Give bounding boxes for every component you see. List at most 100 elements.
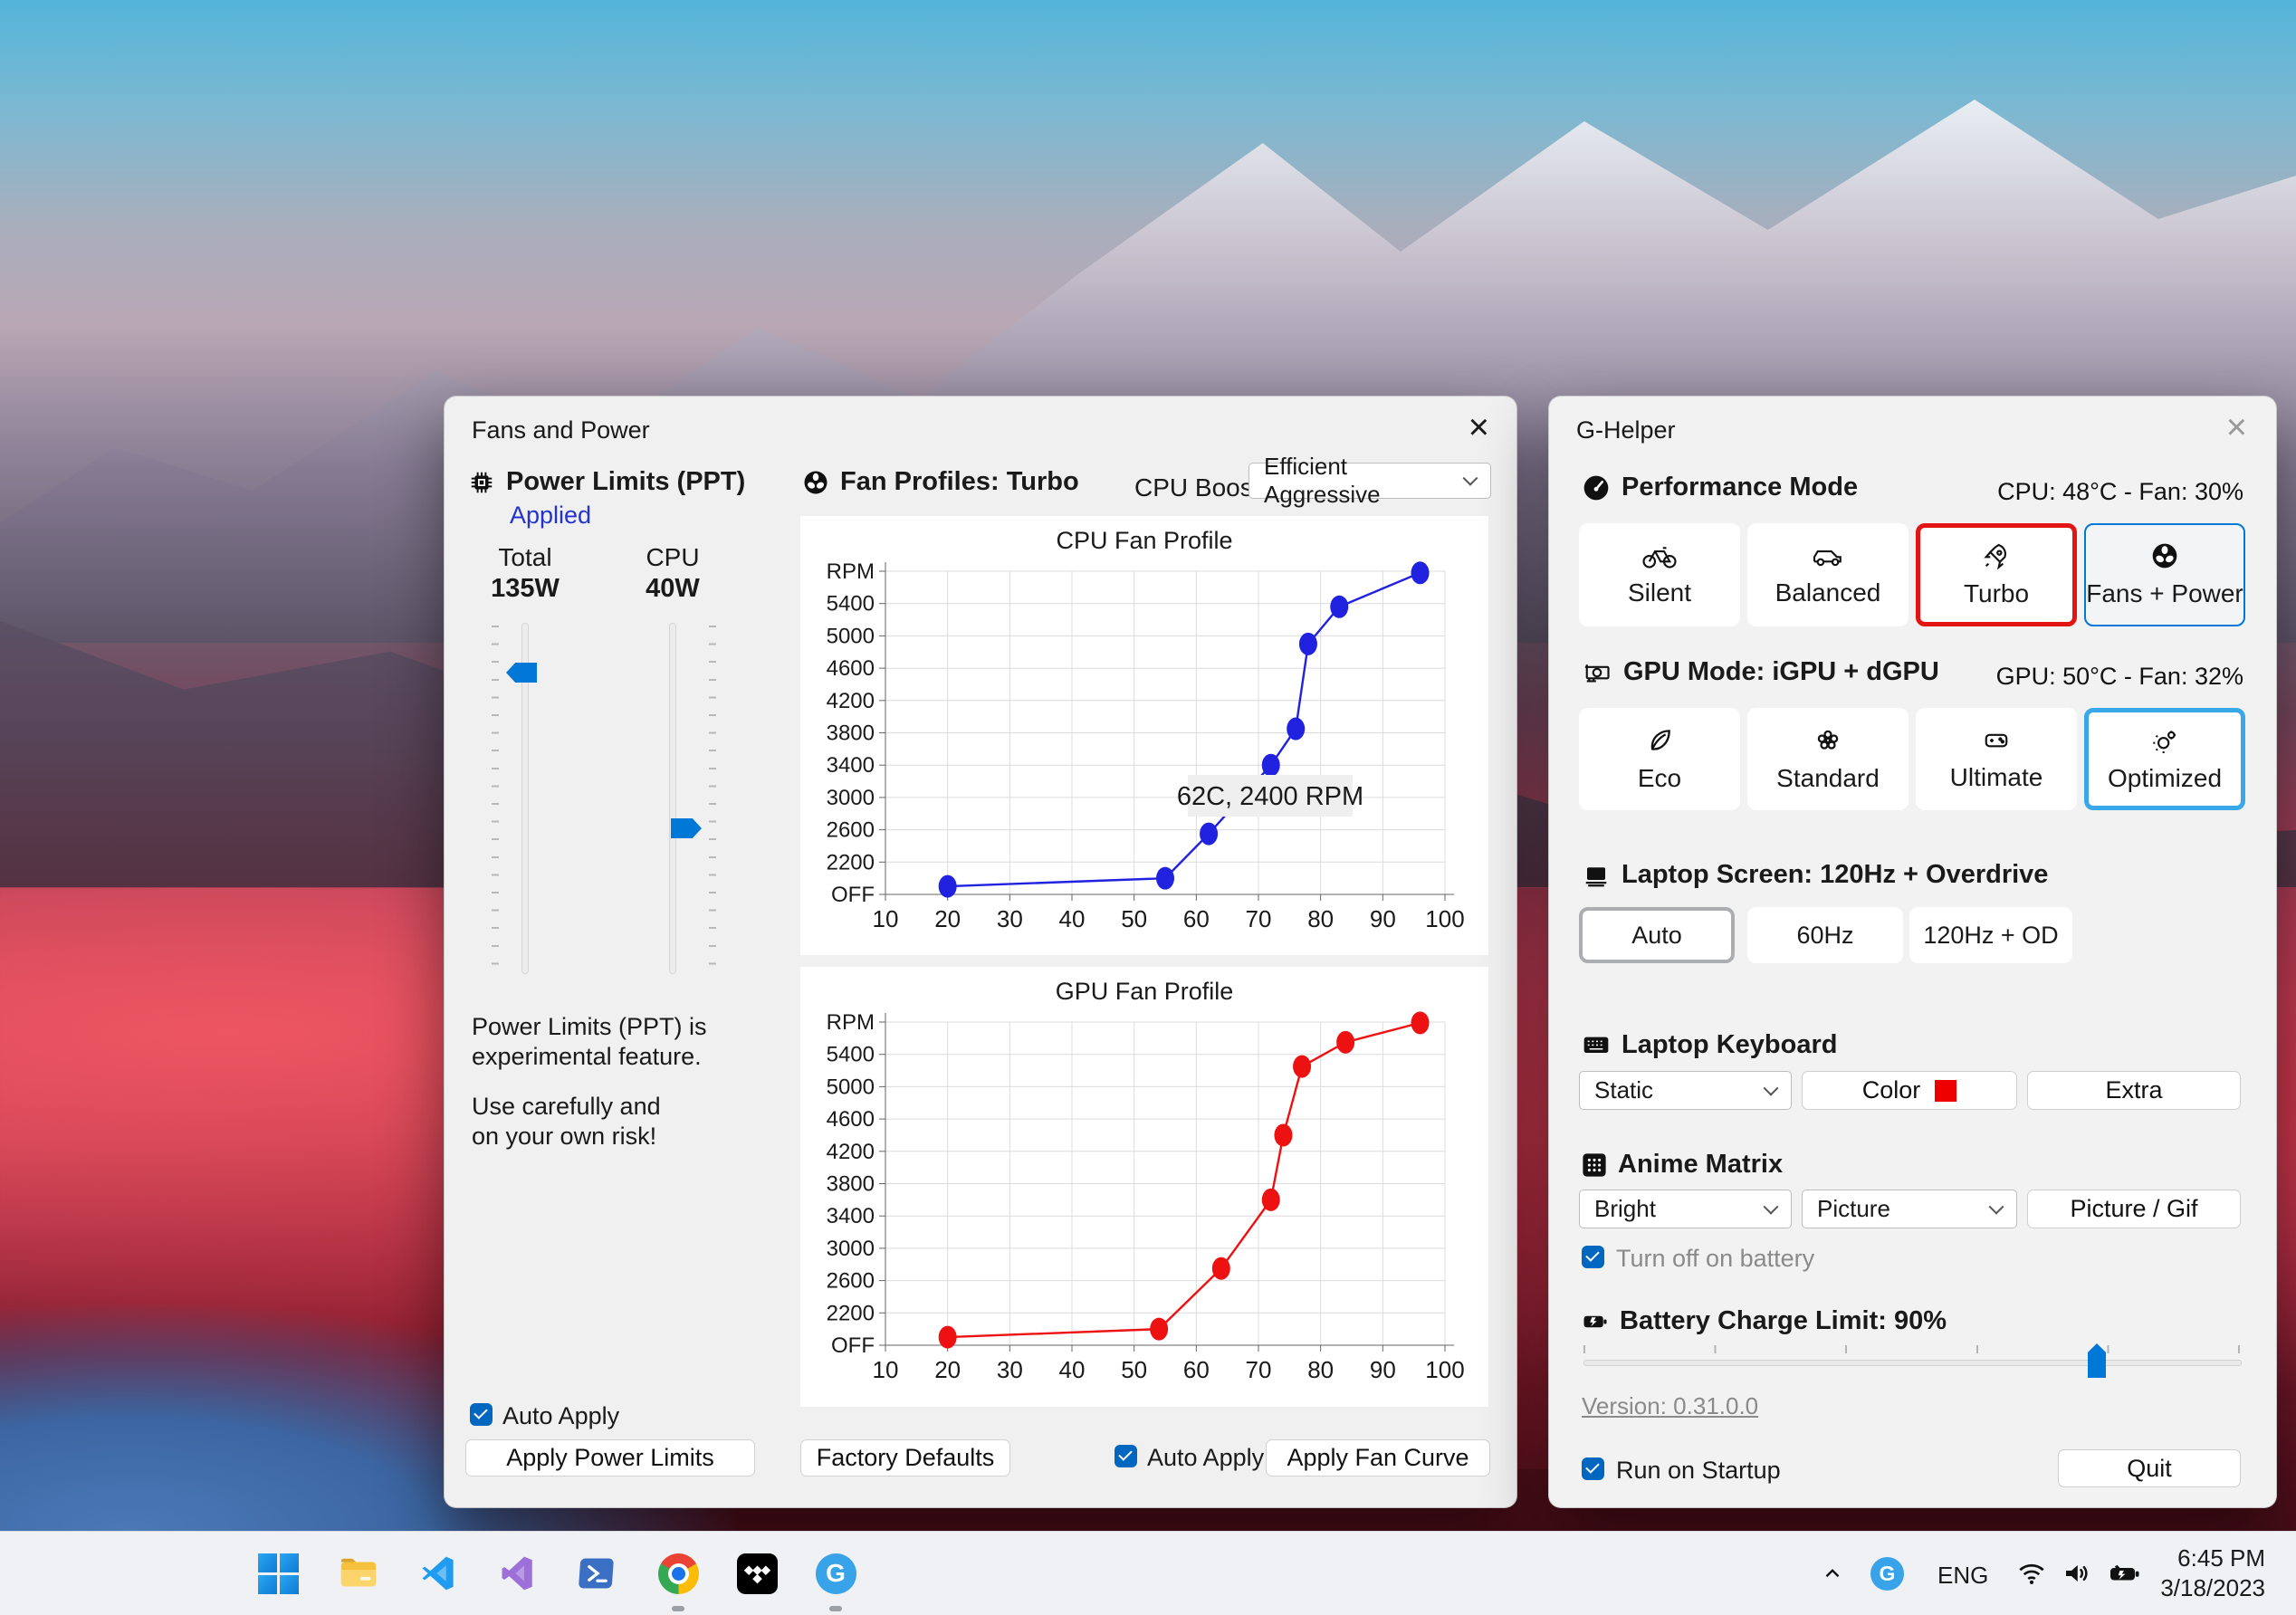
svg-text:2600: 2600 [827,818,875,843]
fan-icon [2152,543,2177,569]
car-icon [1813,549,1842,567]
powershell-icon[interactable] [577,1553,618,1594]
turn-off-on-battery-label: Turn off on battery [1616,1245,1815,1272]
power-auto-apply-label: Auto Apply [502,1402,620,1429]
screen-60hz-button[interactable]: 60Hz [1747,907,1903,963]
power-limits-header: Power Limits (PPT) [468,467,745,497]
svg-text:50: 50 [1121,905,1147,932]
svg-text:OFF: OFF [831,883,875,907]
svg-text:70: 70 [1246,1356,1272,1383]
apply-fan-curve-button[interactable]: Apply Fan Curve [1266,1439,1490,1476]
factory-defaults-button[interactable]: Factory Defaults [800,1439,1010,1476]
cpu-boost-label: CPU Boost [1134,473,1260,502]
svg-text:70: 70 [1246,905,1272,932]
keyboard-extra-button[interactable]: Extra [2027,1071,2241,1110]
ghelper-window-close-button[interactable]: × [2226,409,2247,445]
svg-text:CPU Fan Profile: CPU Fan Profile [1056,527,1232,554]
gpu-mode-ultimate-label: Ultimate [1949,762,2043,791]
svg-text:3800: 3800 [827,1172,875,1197]
apply-power-limits-button[interactable]: Apply Power Limits [465,1439,755,1476]
svg-text:5000: 5000 [827,624,875,648]
laptop-screen-header: Laptop Screen: 120Hz + Overdrive [1582,860,2048,890]
svg-text:RPM: RPM [827,1010,875,1035]
screen-120hz-od-button[interactable]: 120Hz + OD [1909,907,2072,963]
tray-battery-icon[interactable] [2106,1557,2142,1590]
battery-charge-icon [1583,1315,1607,1327]
version-link[interactable]: Version: 0.31.0.0 [1582,1392,1758,1420]
cpu-slider-ticks [709,626,716,971]
gpu-fan-chart-panel: OFF 2200 2600 3000 3400 3800 4200 4600 5000 5400 R… [800,967,1488,1407]
visual-studio-icon[interactable] [497,1553,539,1594]
gpu-mode-optimized-button[interactable]: Optimized [2084,708,2245,810]
leaf-icon [1650,729,1670,750]
power-limits-warning-1: Power Limits (PPT) is experimental featu… [472,1013,707,1070]
svg-text:40: 40 [1059,1356,1086,1383]
perf-mode-balanced-button[interactable]: Balanced [1747,523,1909,626]
total-slider-label: Total [498,543,552,571]
cpu-boost-value: Efficient Aggressive [1264,453,1381,508]
ghelper-taskbar-icon[interactable]: G [815,1553,856,1594]
tray-volume-icon[interactable] [2061,1557,2093,1590]
tray-language[interactable]: ENG [1937,1562,1988,1590]
keyboard-mode-value: Static [1594,1076,1654,1104]
cpu-slider-thumb[interactable] [671,818,702,838]
total-slider-ticks [492,626,499,971]
tray-date: 3/18/2023 [2160,1574,2265,1601]
ghelper-window: G-Helper × Performance Mode CPU: 48°C - … [1548,396,2277,1508]
turn-off-on-battery-checkbox[interactable] [1582,1246,1604,1268]
cpu-fan-curve-chart[interactable]: OFF 2200 2600 3000 3400 3800 4200 4600 5000 5400 R… [800,516,1488,955]
fan-auto-apply-checkbox[interactable] [1115,1445,1137,1467]
fans-window-close-button[interactable]: × [1468,409,1489,445]
tidal-logo [736,1553,778,1594]
perf-mode-silent-button[interactable]: Silent [1579,523,1740,626]
screen-auto-label: Auto [1631,921,1682,949]
ghelper-window-title: G-Helper [1576,416,1676,444]
gpu-fan-curve-chart[interactable]: OFF 2200 2600 3000 3400 3800 4200 4600 5000 5400 R… [800,967,1488,1407]
gpu-mode-ultimate-button[interactable]: Ultimate [1916,708,2077,810]
gpu-mode-standard-button[interactable]: Standard [1747,708,1909,810]
matrix-picture-gif-button[interactable]: Picture / Gif [2027,1190,2241,1228]
fan-auto-apply-label: Auto Apply [1147,1444,1265,1471]
battery-slider-track[interactable] [1583,1360,2242,1366]
visual-studio-logo [502,1556,532,1591]
total-slider-thumb[interactable] [506,663,537,683]
svg-text:80: 80 [1307,1356,1334,1383]
gpu-mode-eco-button[interactable]: Eco [1579,708,1740,810]
tray-show-hidden-icons[interactable] [1816,1557,1849,1590]
tray-wifi-icon[interactable] [2015,1557,2048,1590]
perf-mode-fans-power-button[interactable]: Fans + Power [2084,523,2245,626]
cpu-slider-track[interactable] [669,623,676,974]
speedometer-icon [1583,475,1609,500]
svg-text:OFF: OFF [831,1333,875,1358]
tidal-icon[interactable] [736,1553,778,1594]
gpu-mode-standard-label: Standard [1776,763,1880,792]
quit-button[interactable]: Quit [2058,1449,2241,1487]
windows-logo-icon [257,1553,299,1594]
screen-auto-button[interactable]: Auto [1579,907,1735,963]
svg-text:60: 60 [1183,1356,1210,1383]
perf-mode-fans-power-label: Fans + Power [2086,579,2243,607]
cpu-boost-dropdown[interactable]: Efficient Aggressive [1248,453,1491,508]
file-explorer-icon[interactable] [338,1553,379,1594]
tray-ghelper-icon[interactable]: G [1870,1557,1904,1591]
desktop: Fans and Power × Power Limits (PPT) Appl… [0,0,2296,1615]
performance-mode-header-label: Performance Mode [1622,473,1859,502]
svg-text:4200: 4200 [827,689,875,713]
tray-clock[interactable]: 6:45 PM 3/18/2023 [2160,1543,2265,1603]
taskbar: G G ENG 6:45 PM 3/18/2023 [0,1531,2296,1615]
chrome-icon[interactable] [657,1553,699,1594]
keyboard-color-button[interactable]: Color [1802,1071,2017,1110]
vscode-icon[interactable] [417,1553,459,1594]
gpu-mode-header-label: GPU Mode: iGPU + dGPU [1623,657,1939,686]
keyboard-mode-dropdown[interactable]: Static [1579,1071,1792,1110]
perf-mode-turbo-button[interactable]: Turbo [1916,523,2077,626]
total-slider-value: 135W [491,574,560,603]
anime-matrix-header-label: Anime Matrix [1618,1150,1784,1179]
power-auto-apply-checkbox[interactable] [470,1403,493,1426]
matrix-mode-dropdown[interactable]: Picture [1802,1190,2017,1228]
ghelper-logo-small: G [1870,1557,1904,1591]
start-button[interactable] [257,1553,299,1594]
run-on-startup-checkbox[interactable] [1582,1457,1604,1480]
svg-text:5400: 5400 [827,1043,875,1067]
matrix-brightness-dropdown[interactable]: Bright [1579,1190,1792,1228]
